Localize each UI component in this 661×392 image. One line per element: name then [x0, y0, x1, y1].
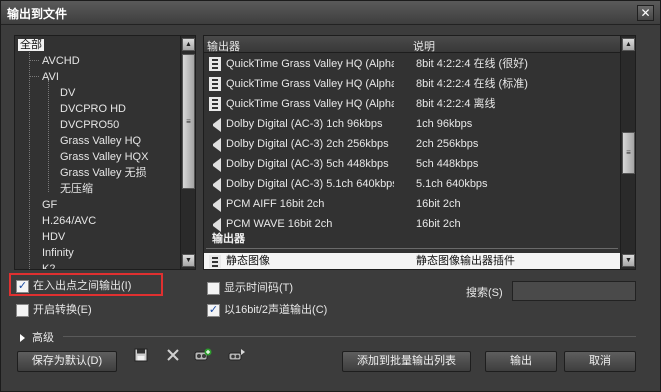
tree-item-grass-valley-hqx[interactable]: Grass Valley HQX [60, 149, 148, 165]
show-timecode-checkbox[interactable]: 显示时间码(T) [207, 281, 293, 297]
search-input[interactable] [512, 281, 636, 301]
speaker-icon [209, 178, 221, 192]
list-item[interactable]: PCM WAVE 16bit 2ch 16bit 2ch [204, 214, 622, 234]
title-bar[interactable]: 输出到文件 ✕ [1, 1, 660, 25]
save-default-button[interactable]: 保存为默认(D) [17, 351, 117, 372]
tree-line [29, 60, 39, 61]
film-icon [209, 77, 221, 91]
scroll-up-icon[interactable]: ▲ [182, 38, 195, 51]
delete-icon[interactable] [164, 348, 182, 366]
list-item[interactable]: QuickTime Grass Valley HQ (Alpha) ...8bi… [204, 74, 622, 94]
film-icon [209, 57, 221, 71]
tree-item-dvcpro50[interactable]: DVCPRO50 [60, 117, 119, 133]
export-to-file-dialog: 输出到文件 ✕ 全部 AVCHD AVI DV DVCPRO HD DVCPRO… [0, 0, 661, 392]
cancel-button[interactable]: 取消 [564, 351, 636, 372]
tree-item-uncompressed[interactable]: 无压缩 [60, 181, 93, 197]
section-label-exporter: 输出器 [212, 233, 245, 245]
category-tree: 全部 AVCHD AVI DV DVCPRO HD DVCPRO50 Grass… [14, 35, 196, 270]
checkbox-icon[interactable] [207, 281, 220, 295]
film-icon [209, 97, 221, 111]
add-to-batch-button[interactable]: 添加到批量输出列表 [342, 351, 471, 372]
tree-item-h264-avc[interactable]: H.264/AVC [42, 213, 96, 229]
list-item[interactable]: Dolby Digital (AC-3) 5.1ch 640kbps 5.1ch … [204, 174, 622, 194]
tree-item-avi[interactable]: AVI [42, 69, 59, 85]
checkbox-icon[interactable] [16, 303, 29, 317]
list-item[interactable]: PCM AIFF 16bit 2ch 16bit 2ch [204, 194, 622, 214]
import-preset-icon[interactable] [228, 348, 246, 366]
checkbox-icon[interactable] [16, 279, 29, 293]
scroll-thumb[interactable]: ≡ [182, 54, 195, 189]
tree-scrollbar[interactable]: ▲ ≡ ▼ [180, 36, 195, 269]
enable-convert-checkbox[interactable]: 开启转换(E) [16, 303, 92, 319]
scroll-thumb[interactable]: ≡ [622, 132, 635, 174]
column-exporter[interactable]: 输出器 [207, 38, 240, 54]
tree-line [29, 46, 30, 269]
expand-triangle-icon[interactable] [20, 334, 25, 343]
tree-item-dv[interactable]: DV [60, 85, 75, 101]
tree-item-k2[interactable]: K2 [42, 261, 55, 269]
list-item[interactable]: Dolby Digital (AC-3) 5ch 448kbps 5ch 448k… [204, 154, 622, 174]
speaker-icon [209, 198, 221, 212]
speaker-icon [209, 138, 221, 152]
list-header: 输出器 说明 [204, 36, 622, 53]
tree-item-hdv[interactable]: HDV [42, 229, 65, 245]
list-item[interactable]: QuickTime Grass Valley HQ (Alpha) ...8bi… [204, 54, 622, 74]
exporter-list: 输出器 说明 QuickTime Grass Valley HQ (Alpha)… [203, 35, 636, 270]
advanced-toggle[interactable]: 高级 [20, 329, 54, 345]
window-title: 输出到文件 [7, 7, 68, 21]
speaker-icon [209, 158, 221, 172]
scroll-up-icon[interactable]: ▲ [622, 38, 635, 51]
add-preset-icon[interactable] [194, 348, 212, 366]
list-item-still-image[interactable]: 静态图像 静态图像输出器插件 [204, 253, 622, 269]
tree-item-dvcpro-hd[interactable]: DVCPRO HD [60, 101, 126, 117]
list-item[interactable]: QuickTime Grass Valley HQ (Alpha) ...8bi… [204, 94, 622, 114]
search-label: 搜索(S) [466, 287, 503, 299]
tree-item-avchd[interactable]: AVCHD [42, 53, 80, 69]
export-button[interactable]: 输出 [485, 351, 557, 372]
column-description[interactable]: 说明 [413, 38, 435, 54]
list-scrollbar[interactable]: ▲ ≡ ▼ [620, 36, 635, 269]
list-item[interactable]: Dolby Digital (AC-3) 2ch 256kbps 2ch 256k… [204, 134, 622, 154]
scroll-down-icon[interactable]: ▼ [622, 254, 635, 267]
speaker-icon [209, 118, 221, 132]
tree-item-infinity[interactable]: Infinity [42, 245, 74, 261]
advanced-divider [63, 336, 636, 337]
tree-item-grass-valley-lossless[interactable]: Grass Valley 无损 [60, 165, 147, 181]
tree-item-gf[interactable]: GF [42, 197, 57, 213]
section-divider [206, 248, 618, 249]
tree-line [29, 76, 39, 77]
tree-item-grass-valley-hq[interactable]: Grass Valley HQ [60, 133, 141, 149]
list-item[interactable]: Dolby Digital (AC-3) 1ch 96kbps 1ch 96kbp… [204, 114, 622, 134]
checkbox-icon[interactable] [207, 303, 220, 317]
film-icon [209, 255, 221, 268]
output-16bit-checkbox[interactable]: 以16bit/2声道输出(C) [207, 303, 327, 319]
in-out-checkbox[interactable]: 在入出点之间输出(I) [16, 279, 131, 295]
save-icon[interactable] [132, 348, 150, 366]
tree-line [48, 80, 49, 192]
close-button[interactable]: ✕ [637, 5, 654, 21]
scroll-down-icon[interactable]: ▼ [182, 254, 195, 267]
tree-item-all[interactable]: 全部 [18, 37, 44, 53]
